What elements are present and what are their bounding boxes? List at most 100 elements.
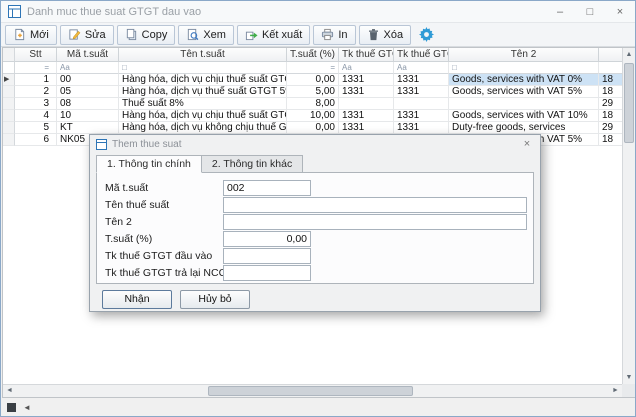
cell-stt[interactable]: 3 bbox=[15, 98, 57, 110]
cell-stt[interactable]: 6 bbox=[15, 134, 57, 146]
cell-ma[interactable]: KT bbox=[57, 122, 119, 134]
row-indicator-header[interactable] bbox=[3, 48, 15, 62]
tab-thong-tin-chinh[interactable]: 1. Thông tin chính bbox=[96, 155, 202, 173]
filter-cell-tsuat[interactable]: = bbox=[287, 62, 339, 74]
cell-ma[interactable]: 00 bbox=[57, 74, 119, 86]
accept-button[interactable]: Nhận bbox=[102, 290, 172, 309]
ten-2-input[interactable] bbox=[223, 214, 527, 230]
cell-partial[interactable]: 18 bbox=[599, 110, 624, 122]
tab-thong-tin-khac[interactable]: 2. Thông tin khác bbox=[201, 155, 303, 173]
scroll-up-icon[interactable]: ▲ bbox=[623, 48, 635, 61]
minimize-button[interactable]: – bbox=[545, 1, 575, 22]
cell-ten[interactable]: Hàng hóa, dịch vụ không chịu thuế GTGT bbox=[119, 122, 287, 134]
tsuat-pct-input[interactable] bbox=[223, 231, 311, 247]
column-header-ten-2[interactable]: Tên 2 bbox=[449, 48, 599, 62]
cell-tk2[interactable]: 1331 bbox=[394, 74, 449, 86]
cell-partial[interactable]: 18 bbox=[599, 86, 624, 98]
cell-ten[interactable]: Hàng hóa, dịch vụ thuế suất GTGT 5% bbox=[119, 86, 287, 98]
scroll-down-icon[interactable]: ▼ bbox=[623, 371, 635, 384]
cell-partial[interactable]: 29 bbox=[599, 98, 624, 110]
cell-ten2[interactable]: Goods, services with VAT 0% bbox=[449, 74, 599, 86]
column-header-ma-tsuat[interactable]: Mã t.suất bbox=[57, 48, 119, 62]
gear-icon bbox=[419, 27, 434, 42]
edit-button[interactable]: Sửa bbox=[60, 25, 114, 45]
cell-tsuat[interactable]: 5,00 bbox=[287, 86, 339, 98]
delete-button[interactable]: Xóa bbox=[359, 25, 412, 45]
cell-stt[interactable]: 2 bbox=[15, 86, 57, 98]
settings-button[interactable] bbox=[414, 25, 439, 45]
cell-tk2[interactable]: 1331 bbox=[394, 86, 449, 98]
cell-ma[interactable]: 10 bbox=[57, 110, 119, 122]
cell-tsuat[interactable]: 0,00 bbox=[287, 122, 339, 134]
view-button[interactable]: Xem bbox=[178, 25, 234, 45]
maximize-button[interactable]: □ bbox=[575, 1, 605, 22]
table-row[interactable]: 5 KT Hàng hóa, dịch vụ không chịu thuế G… bbox=[3, 122, 624, 134]
ten-thue-suat-input[interactable] bbox=[223, 197, 527, 213]
cell-tk1[interactable]: 1331 bbox=[339, 122, 394, 134]
vertical-scrollbar[interactable]: ▲ ▼ bbox=[622, 48, 635, 384]
table-row[interactable]: ▶ 1 00 Hàng hóa, dịch vụ chịu thuế suất … bbox=[3, 74, 624, 86]
column-header-partial[interactable] bbox=[599, 48, 624, 62]
filter-cell-stt[interactable]: = bbox=[15, 62, 57, 74]
scroll-left-icon[interactable]: ◄ bbox=[3, 385, 16, 397]
cell-ma[interactable]: 05 bbox=[57, 86, 119, 98]
cell-ten[interactable]: Hàng hóa, dịch vụ chịu thuế suất GTGT 0% bbox=[119, 74, 287, 86]
cell-tsuat[interactable]: 8,00 bbox=[287, 98, 339, 110]
filter-cell-ten[interactable]: □ bbox=[119, 62, 287, 74]
cell-ten2[interactable]: Duty-free goods, services bbox=[449, 122, 599, 134]
table-row[interactable]: 2 05 Hàng hóa, dịch vụ thuế suất GTGT 5%… bbox=[3, 86, 624, 98]
cell-partial[interactable]: 18 bbox=[599, 134, 624, 146]
cell-tk1[interactable]: 1331 bbox=[339, 86, 394, 98]
filter-cell-ma[interactable]: Aa bbox=[57, 62, 119, 74]
ma-tsuat-input[interactable] bbox=[223, 180, 311, 196]
filter-cell-ten2[interactable]: □ bbox=[449, 62, 599, 74]
cell-tk1[interactable]: 1331 bbox=[339, 110, 394, 122]
scroll-right-icon[interactable]: ► bbox=[609, 385, 622, 397]
row-indicator bbox=[3, 122, 15, 134]
filter-cell-partial[interactable] bbox=[599, 62, 624, 74]
export-button[interactable]: Kết xuất bbox=[237, 25, 310, 45]
new-button-label: Mới bbox=[30, 29, 49, 41]
filter-cell-tk2[interactable]: Aa bbox=[394, 62, 449, 74]
print-button[interactable]: In bbox=[313, 25, 355, 45]
vertical-scrollbar-thumb[interactable] bbox=[624, 63, 634, 143]
cancel-button[interactable]: Hủy bỏ bbox=[180, 290, 250, 309]
cell-ten2[interactable] bbox=[449, 98, 599, 110]
cell-stt[interactable]: 5 bbox=[15, 122, 57, 134]
cell-ten2[interactable]: Goods, services with VAT 5% bbox=[449, 86, 599, 98]
navigator-left-icon[interactable]: ◄ bbox=[23, 403, 31, 412]
new-button[interactable]: Mới bbox=[5, 25, 57, 45]
table-row[interactable]: 4 10 Hàng hóa, dịch vụ chịu thuế suất GT… bbox=[3, 110, 624, 122]
cell-ten[interactable]: Thuế suất 8% bbox=[119, 98, 287, 110]
horizontal-scrollbar[interactable]: ◄ ► bbox=[3, 384, 622, 397]
tk-thue-dau-vao-input[interactable] bbox=[223, 248, 311, 264]
cell-stt[interactable]: 1 bbox=[15, 74, 57, 86]
table-row[interactable]: 3 08 Thuế suất 8% 8,00 29 bbox=[3, 98, 624, 110]
cell-tk1[interactable] bbox=[339, 98, 394, 110]
cell-partial[interactable]: 18 bbox=[599, 74, 624, 86]
column-header-tk-thue-2[interactable]: Tk thuế GTGT bbox=[394, 48, 449, 62]
record-navigator-block-icon[interactable] bbox=[7, 403, 16, 412]
dialog-close-button[interactable]: × bbox=[514, 138, 540, 150]
cell-tk1[interactable]: 1331 bbox=[339, 74, 394, 86]
copy-button[interactable]: Copy bbox=[117, 25, 176, 45]
column-header-ten-tsuat[interactable]: Tên t.suất bbox=[119, 48, 287, 62]
close-button[interactable]: × bbox=[605, 1, 635, 22]
cell-tk2[interactable] bbox=[394, 98, 449, 110]
horizontal-scrollbar-thumb[interactable] bbox=[208, 386, 413, 396]
cell-tsuat[interactable]: 0,00 bbox=[287, 74, 339, 86]
cell-partial[interactable]: 29 bbox=[599, 122, 624, 134]
new-document-icon bbox=[13, 28, 26, 41]
cell-ten[interactable]: Hàng hóa, dịch vụ chịu thuế suất GTGT 10… bbox=[119, 110, 287, 122]
tk-thue-tra-lai-ncc-input[interactable] bbox=[223, 265, 311, 281]
column-header-tsuat-pct[interactable]: T.suất (%) bbox=[287, 48, 339, 62]
filter-cell-tk1[interactable]: Aa bbox=[339, 62, 394, 74]
column-header-tk-thue-1[interactable]: Tk thuế GTGT bbox=[339, 48, 394, 62]
column-header-stt[interactable]: Stt bbox=[15, 48, 57, 62]
cell-tk2[interactable]: 1331 bbox=[394, 110, 449, 122]
cell-ten2[interactable]: Goods, services with VAT 10% bbox=[449, 110, 599, 122]
cell-tk2[interactable]: 1331 bbox=[394, 122, 449, 134]
cell-tsuat[interactable]: 10,00 bbox=[287, 110, 339, 122]
cell-stt[interactable]: 4 bbox=[15, 110, 57, 122]
cell-ma[interactable]: 08 bbox=[57, 98, 119, 110]
